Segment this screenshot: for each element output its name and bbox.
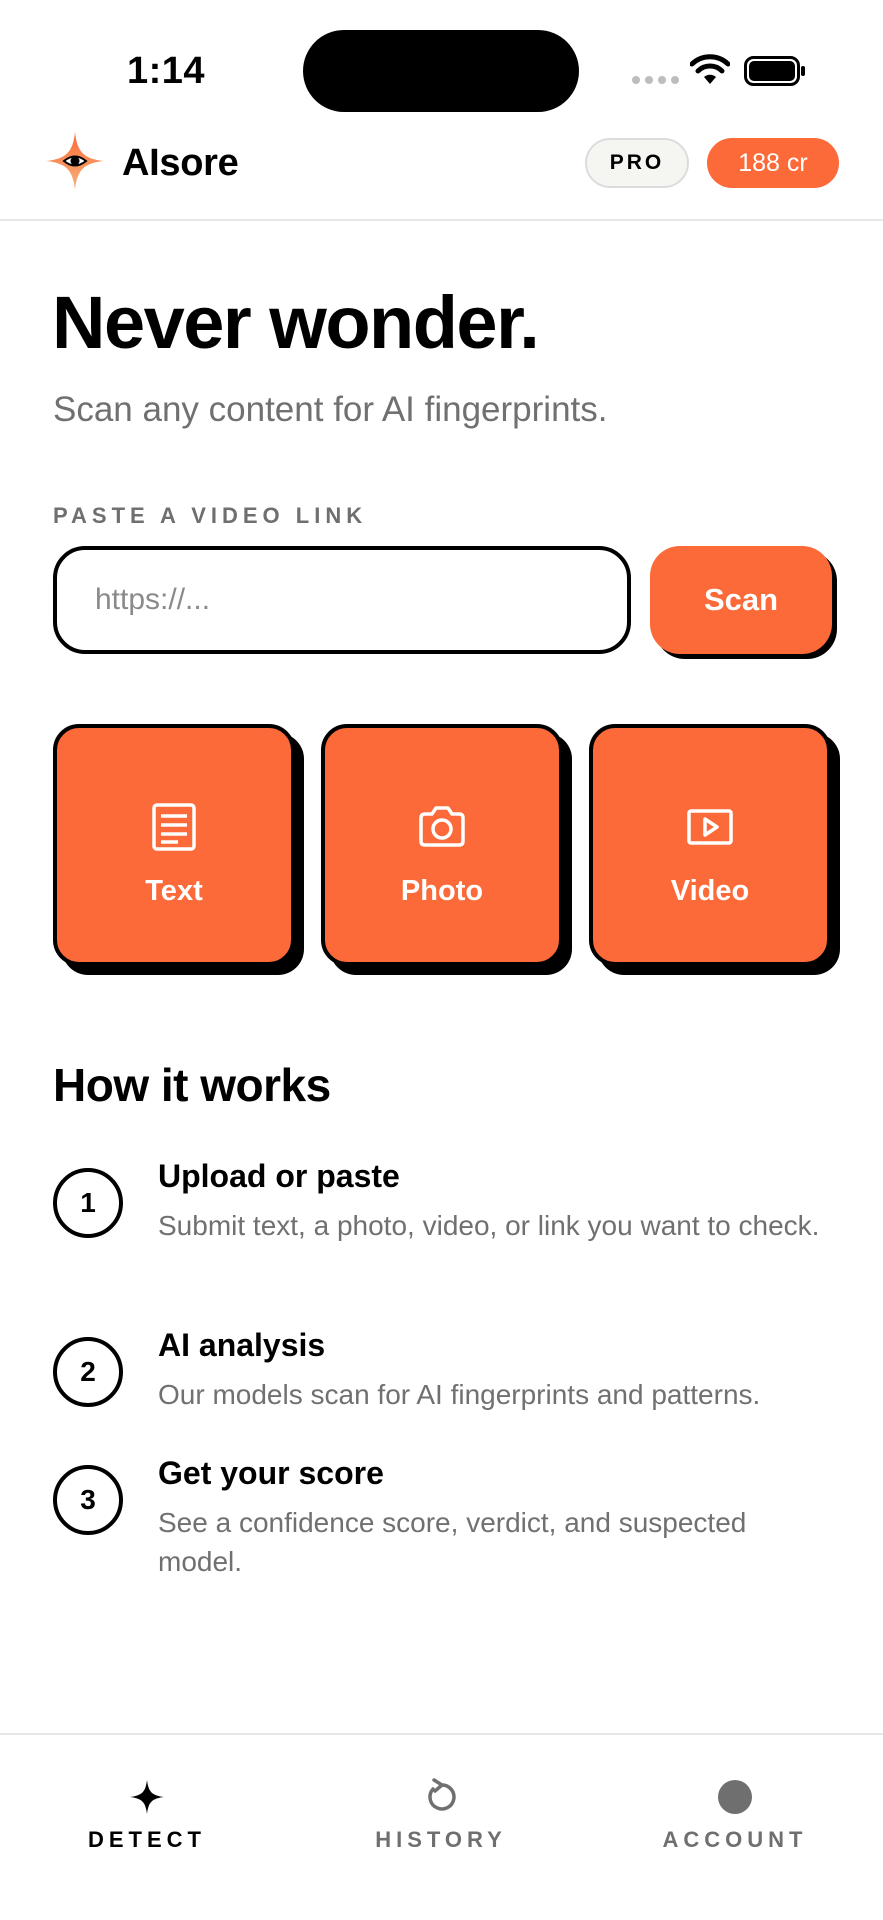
cellular-signal-icon bbox=[632, 76, 679, 84]
pro-badge[interactable]: PRO bbox=[585, 138, 689, 188]
credits-badge[interactable]: 188 cr bbox=[707, 138, 839, 188]
nav-label: ACCOUNT bbox=[662, 1827, 808, 1852]
nav-tab-history[interactable]: HISTORY bbox=[294, 1735, 588, 1885]
video-scan-tile[interactable]: Video bbox=[589, 724, 831, 966]
text-scan-tile[interactable]: Text bbox=[53, 724, 295, 966]
photo-scan-tile[interactable]: Photo bbox=[321, 724, 563, 966]
document-icon bbox=[152, 802, 196, 851]
step-number: 3 bbox=[53, 1465, 123, 1535]
history-icon bbox=[428, 1778, 456, 1811]
battery-icon bbox=[744, 56, 805, 86]
dynamic-island bbox=[303, 30, 579, 112]
scan-button[interactable]: Scan bbox=[650, 546, 832, 654]
step-title: Upload or paste bbox=[158, 1158, 400, 1194]
step-number: 2 bbox=[53, 1337, 123, 1407]
step-description: Submit text, a photo, video, or link you… bbox=[158, 1210, 820, 1241]
nav-tab-detect[interactable]: DETECT bbox=[0, 1735, 294, 1885]
status-time: 1:14 bbox=[127, 50, 206, 92]
wifi-icon bbox=[690, 54, 730, 84]
video-link-label: PASTE A VIDEO LINK bbox=[53, 503, 368, 528]
sparkle-icon bbox=[130, 1780, 164, 1814]
app-header: AIsore PRO 188 cr bbox=[0, 120, 883, 221]
step-title: AI analysis bbox=[158, 1327, 326, 1363]
hero-subtitle: Scan any content for AI fingerprints. bbox=[53, 390, 608, 429]
step-description: See a confidence score, verdict, and sus… bbox=[158, 1507, 747, 1577]
hero-title: Never wonder. bbox=[52, 281, 540, 364]
app-title: AIsore bbox=[122, 142, 239, 184]
tile-label: Text bbox=[145, 874, 203, 907]
step-number: 1 bbox=[53, 1168, 123, 1238]
how-it-works-title: How it works bbox=[53, 1059, 331, 1111]
video-link-input[interactable] bbox=[53, 546, 631, 654]
app-screen: 1:14 AIsore PRO 188 cr Never wonder. Sca… bbox=[0, 0, 883, 1920]
nav-label: DETECT bbox=[88, 1827, 206, 1852]
nav-tab-account[interactable]: ACCOUNT bbox=[588, 1735, 882, 1885]
bottom-nav: DETECT HISTORY ACCOUNT bbox=[0, 1733, 883, 1920]
avatar-icon bbox=[718, 1780, 752, 1814]
step-description: Our models scan for AI fingerprints and … bbox=[158, 1379, 761, 1410]
logo-icon bbox=[46, 132, 104, 190]
nav-label: HISTORY bbox=[375, 1827, 507, 1852]
tile-label: Video bbox=[670, 874, 750, 907]
camera-icon bbox=[419, 805, 465, 847]
content-type-tiles: Text Photo Video bbox=[53, 724, 843, 974]
video-play-icon bbox=[687, 808, 733, 845]
step-title: Get your score bbox=[158, 1455, 384, 1491]
status-bar: 1:14 bbox=[0, 0, 883, 120]
tile-label: Photo bbox=[400, 874, 484, 907]
